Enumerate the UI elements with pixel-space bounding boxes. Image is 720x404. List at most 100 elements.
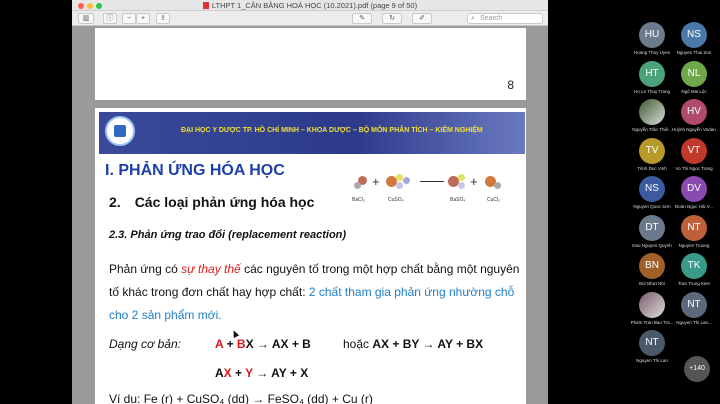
molecule-icon — [396, 174, 403, 181]
participant-avatar: TK — [681, 253, 707, 279]
markup-button[interactable]: ✎ — [352, 13, 372, 24]
info-icon: ⓘ — [106, 15, 114, 22]
formula-2: hoặc AX + BY → AY + BX — [343, 337, 483, 351]
participant-avatar: DV — [681, 176, 707, 202]
formula-term: B — [236, 337, 246, 351]
participant-tile[interactable]: TV Trinh Duc Vinh — [630, 137, 672, 176]
participant-name: Vo Thi Ngoc Trang — [675, 165, 713, 171]
window-title-text: LTHPT 1_CÂN BẰNG HOÁ HỌC (10.2021).pdf (… — [211, 1, 418, 10]
participant-avatar: NT — [681, 291, 707, 318]
molecule-icon — [354, 182, 361, 189]
participant-name: Nguyen Thai Son — [676, 50, 712, 55]
reaction-label: CuSO₄ — [388, 197, 404, 203]
section-heading: 2.3. Phản ứng trao đổi (replacement reac… — [109, 229, 347, 241]
formula-term: AX + BY → AY + BX — [372, 337, 484, 351]
formula-term: Y — [245, 366, 253, 380]
zoom-out-button[interactable]: − — [122, 13, 136, 24]
formula-term: + — [223, 337, 237, 351]
participant-tile[interactable]: TK Tran Trung Kien — [672, 253, 714, 291]
participant-avatar: BN — [639, 253, 665, 279]
molecule-icon — [396, 182, 403, 189]
formula-term: X — [223, 366, 232, 380]
participant-name: Nguyen Quoc Sơn — [633, 204, 671, 209]
participant-avatar: NS — [681, 22, 707, 48]
plus-sign: + — [470, 174, 478, 189]
participant-photo-avatar — [639, 291, 665, 318]
participant-name: Huỳnh Nguyễn Vedan... — [672, 127, 716, 132]
screen: LTHPT 1_CÂN BẰNG HOÁ HỌC (10.2021).pdf (… — [0, 0, 720, 404]
rotate-button[interactable]: ↻ — [382, 13, 402, 24]
participant-name: Nguyễn Trần Thiệ... — [632, 127, 672, 132]
participant-avatar: VT — [681, 137, 707, 164]
pdf-viewer-window: LTHPT 1_CÂN BẰNG HOÁ HỌC (10.2021).pdf (… — [72, 0, 548, 404]
participant-avatar: NS — [639, 176, 665, 202]
formula-term: → AY + X — [252, 366, 309, 380]
participant-tile[interactable]: HT Ho Le Thuy Trang — [630, 60, 672, 99]
participant-name: Tran Trung Kien — [677, 281, 711, 286]
formula-term: X → AX + B — [245, 337, 311, 351]
formula-3: AX + Y → AY + X — [215, 366, 308, 380]
molecule-icon — [494, 182, 501, 189]
share-button[interactable]: ⇪ — [156, 13, 170, 24]
participant-tile[interactable]: DV Đoàn Ngọc Hải V... — [672, 176, 714, 214]
participant-photo-avatar — [639, 99, 665, 125]
participant-tile[interactable]: NT Nguyen Truong — [672, 214, 714, 253]
reaction-illustration: + + BaCl₂ CuSO₄ BaSO₄ CuCl₂ — [350, 172, 520, 212]
annotate-button[interactable]: ✐ — [412, 13, 432, 24]
molecule-icon — [403, 177, 410, 184]
participants-panel: +140 HU Hoang Thuy Uyen NS Nguyen Thai Son H… — [630, 22, 720, 404]
info-button[interactable]: ⓘ — [103, 13, 117, 24]
participant-tile[interactable]: NT Nguyen Thi Lan... — [672, 291, 714, 330]
participant-name: Pham Tran Bao Tra... — [630, 319, 674, 325]
participant-tile[interactable]: NT Nguyen Thi Lan — [630, 330, 672, 368]
reaction-arrow — [420, 181, 444, 182]
participant-tile[interactable]: DT Dao Nguyen Quynh — [630, 214, 672, 253]
participant-tile[interactable]: BN Bùi Nhựt Nhi — [630, 253, 672, 291]
sidebar-icon: ▥ — [82, 15, 90, 22]
pen-icon: ✎ — [359, 15, 365, 22]
para-text: Phản ứng có — [109, 262, 182, 276]
formula-term: A — [215, 366, 224, 380]
participant-tile[interactable]: HU Hoang Thuy Uyen — [630, 22, 672, 60]
participant-tile[interactable]: NS Nguyen Thai Son — [672, 22, 714, 60]
participant-tile[interactable]: NS Nguyen Quoc Sơn — [630, 176, 672, 214]
example-equation: Ví dụ: Fe (r) + CuSO₄ (dd) → FeSO₄ (dd) … — [109, 392, 373, 404]
plus-sign: + — [372, 174, 380, 189]
participant-tile[interactable]: Pham Tran Bao Tra... — [630, 291, 674, 330]
more-participants-button[interactable]: +140 — [684, 356, 710, 382]
participant-name: Hoang Thuy Uyen — [633, 50, 671, 55]
zoom-out-icon: − — [126, 15, 132, 22]
formula-term: + — [231, 366, 246, 380]
reaction-label: BaCl₂ — [352, 197, 365, 203]
share-icon: ⇪ — [160, 15, 166, 22]
page-number: 8 — [507, 78, 514, 92]
slide-banner: ĐẠI HỌC Y DƯỢC TP. HỒ CHÍ MINH – KHOA DƯ… — [99, 112, 525, 154]
participant-avatar: HU — [639, 22, 665, 48]
toolbar: ▥ ⓘ − + ⇪ ✎ ↻ ✐ ⌕ Search — [72, 11, 548, 26]
participant-name: Dao Nguyen Quynh — [632, 242, 672, 248]
sidebar-toggle-button[interactable]: ▥ — [78, 13, 94, 24]
window-title: LTHPT 1_CÂN BẰNG HOÁ HỌC (10.2021).pdf (… — [72, 1, 548, 10]
participant-avatar: NT — [639, 330, 665, 356]
molecule-icon — [458, 174, 465, 181]
formula-1: A + BX → AX + B — [215, 337, 311, 351]
university-logo — [105, 116, 135, 146]
participant-tile[interactable]: Nguyễn Trần Thiệ... — [630, 99, 672, 137]
formula-term: hoặc — [343, 337, 373, 351]
participant-tile[interactable]: VT Vo Thi Ngoc Trang — [672, 137, 714, 176]
zoom-in-button[interactable]: + — [136, 13, 150, 24]
participant-name: Đoàn Ngọc Hải V... — [674, 204, 714, 209]
para-highlight: sự thay thế — [181, 262, 241, 276]
basic-form-label: Dạng cơ bản: — [109, 337, 181, 351]
participant-tile[interactable]: HV Huỳnh Nguyễn Vedan... — [672, 99, 716, 137]
rotate-icon: ↻ — [389, 15, 395, 22]
participant-tile[interactable]: NL Ngô Mai Lộc — [672, 60, 714, 99]
subtitle-text: Các loại phản ứng hóa học — [134, 194, 315, 210]
reaction-label: CuCl₂ — [487, 197, 501, 203]
participant-name: Ngô Mai Lộc — [681, 88, 707, 94]
search-input[interactable]: ⌕ Search — [467, 13, 543, 24]
title-bar[interactable]: LTHPT 1_CÂN BẰNG HOÁ HỌC (10.2021).pdf (… — [72, 0, 548, 11]
definition-paragraph: Phản ứng có sự thay thế các nguyên tố tr… — [109, 258, 521, 327]
slide-subtitle: 2. Các loại phản ứng hóa học — [109, 194, 314, 210]
participant-name: Bùi Nhựt Nhi — [639, 281, 665, 286]
